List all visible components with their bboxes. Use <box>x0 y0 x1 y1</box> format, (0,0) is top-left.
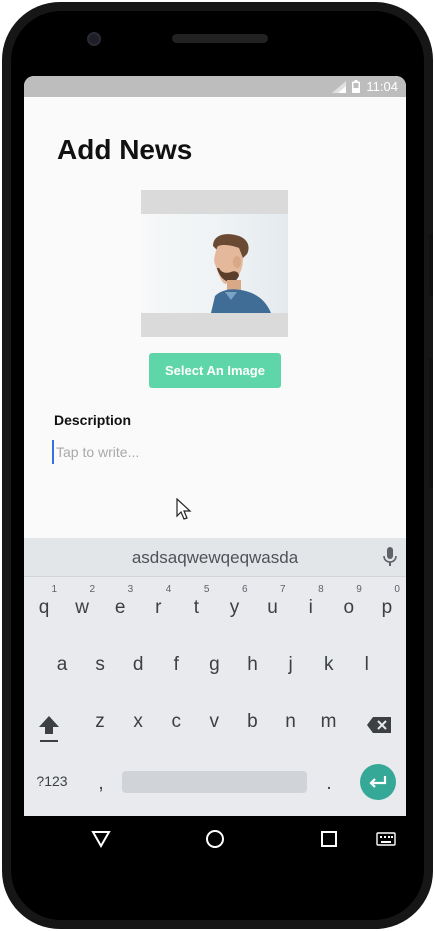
key-z[interactable]: z <box>81 700 119 744</box>
key-label: r <box>155 597 162 618</box>
key-e[interactable]: e3 <box>101 584 139 630</box>
key-label: z <box>95 711 105 732</box>
key-label: b <box>247 711 258 732</box>
key-number-hint: 8 <box>318 584 324 595</box>
news-photo <box>141 214 288 313</box>
backspace-key-icon[interactable] <box>366 716 392 734</box>
key-label: y <box>229 597 240 618</box>
key-r[interactable]: r4 <box>139 584 177 630</box>
key-label: l <box>364 654 369 675</box>
key-number-hint: 7 <box>280 584 286 595</box>
key-s[interactable]: s <box>81 643 119 687</box>
status-time: 11:04 <box>366 79 398 94</box>
key-number-hint: 5 <box>203 584 210 595</box>
key-g[interactable]: g <box>195 643 233 687</box>
key-label: h <box>247 654 258 675</box>
key-label: j <box>288 654 293 675</box>
key-number-hint: 2 <box>89 584 96 595</box>
mouse-pointer-icon <box>176 498 192 520</box>
key-o[interactable]: o9 <box>330 584 368 630</box>
key-w[interactable]: w2 <box>63 584 101 630</box>
status-bar: 11:04 <box>24 76 406 97</box>
key-n[interactable]: n <box>272 700 310 744</box>
key-number-hint: 3 <box>127 584 134 595</box>
suggestion-bar: asdsaqwewqeqwasda <box>24 538 406 577</box>
key-label: m <box>320 711 337 732</box>
key-label: x <box>133 711 143 732</box>
key-label: w <box>75 597 89 618</box>
key-number-hint: 9 <box>356 584 362 595</box>
key-label: q <box>38 597 50 618</box>
volume-button <box>429 234 433 296</box>
key-j[interactable]: j <box>272 643 310 687</box>
period-key[interactable]: . <box>310 762 348 806</box>
key-y[interactable]: y6 <box>216 584 254 630</box>
back-icon[interactable] <box>91 830 111 848</box>
signal-icon <box>332 80 347 93</box>
key-i[interactable]: i8 <box>292 584 330 630</box>
key-p[interactable]: p0 <box>368 584 406 630</box>
key-label: v <box>209 711 220 732</box>
key-k[interactable]: k <box>310 643 348 687</box>
recents-icon[interactable] <box>320 830 338 848</box>
key-number-hint: 6 <box>241 584 248 595</box>
key-a[interactable]: a <box>43 643 81 687</box>
key-label: g <box>209 654 220 675</box>
suggestion-word[interactable]: asdsaqwewqeqwasda <box>24 548 406 568</box>
shift-key-icon[interactable] <box>38 714 60 744</box>
enter-arrow-icon <box>369 776 387 788</box>
battery-icon <box>352 80 361 93</box>
app-screen: 11:04 Add News Select An Image Descripti… <box>24 76 406 858</box>
key-label: k <box>323 654 334 675</box>
key-number-hint: 1 <box>51 584 57 595</box>
keyboard-switch-icon[interactable] <box>376 832 396 846</box>
key-x[interactable]: x <box>119 700 157 744</box>
space-key[interactable] <box>122 771 307 793</box>
description-label: Description <box>54 412 132 428</box>
key-t[interactable]: t5 <box>177 584 215 630</box>
soft-keyboard: asdsaqwewqeqwasda q1w2e3r4t5y6u7i8o9p0 a… <box>24 538 406 816</box>
comma-key[interactable]: , <box>82 762 120 806</box>
key-label: p <box>381 597 393 618</box>
key-m[interactable]: m <box>310 700 348 744</box>
key-label: e <box>114 597 126 618</box>
front-camera <box>87 32 101 46</box>
key-label: n <box>285 711 296 732</box>
key-u[interactable]: u7 <box>254 584 292 630</box>
key-v[interactable]: v <box>195 700 233 744</box>
key-label: a <box>56 654 68 675</box>
key-d[interactable]: d <box>119 643 157 687</box>
key-l[interactable]: l <box>348 643 386 687</box>
key-label: f <box>173 654 179 675</box>
earpiece <box>172 34 268 43</box>
power-button <box>429 358 433 488</box>
select-image-button[interactable]: Select An Image <box>149 353 281 388</box>
key-label: s <box>95 654 105 675</box>
key-f[interactable]: f <box>157 643 195 687</box>
key-label: o <box>343 597 355 618</box>
key-c[interactable]: c <box>157 700 195 744</box>
key-b[interactable]: b <box>233 700 271 744</box>
navigation-bar <box>24 816 406 862</box>
home-icon[interactable] <box>205 829 225 849</box>
key-label: c <box>171 711 181 732</box>
key-label: i <box>308 597 313 618</box>
description-input[interactable] <box>52 440 372 464</box>
key-label: u <box>267 597 278 618</box>
key-number-hint: 4 <box>165 584 172 595</box>
key-h[interactable]: h <box>234 643 272 687</box>
enter-key[interactable] <box>360 764 396 800</box>
microphone-icon[interactable] <box>383 547 397 567</box>
symbols-key[interactable]: ?123 <box>34 759 70 803</box>
key-label: t <box>193 597 200 618</box>
page-title: Add News <box>57 134 193 165</box>
key-number-hint: 0 <box>394 584 400 595</box>
key-q[interactable]: q1 <box>25 584 63 630</box>
key-label: d <box>132 654 144 675</box>
